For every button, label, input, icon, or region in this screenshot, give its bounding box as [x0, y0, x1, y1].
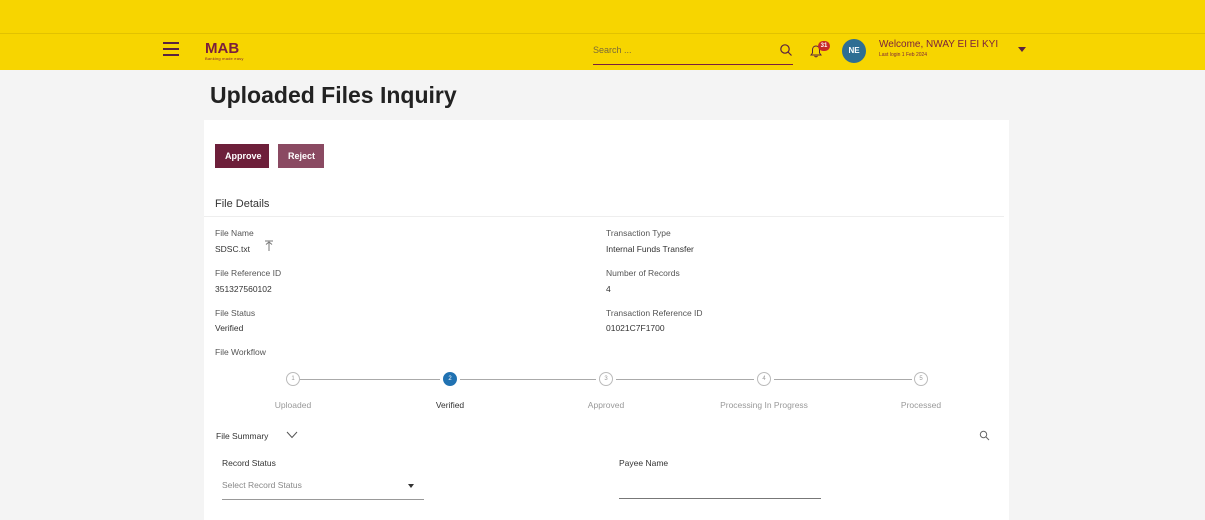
download-icon[interactable]: [264, 240, 274, 252]
brand-logo[interactable]: MAB Banking made easy: [205, 41, 244, 61]
workflow-step-5: 5: [914, 372, 928, 386]
workflow-step-1: 1: [286, 372, 300, 386]
notification-button[interactable]: 31: [810, 41, 830, 60]
record-status-placeholder: Select Record Status: [222, 480, 302, 490]
welcome-text: Welcome, NWAY EI EI KYI: [879, 39, 999, 50]
workflow-step-3: 3: [599, 372, 613, 386]
workflow-connector: [460, 379, 596, 380]
search-icon[interactable]: [979, 430, 990, 441]
payee-name-label: Payee Name: [619, 458, 669, 468]
file-status-label: File Status: [215, 308, 256, 318]
file-reference-label: File Reference ID: [215, 268, 282, 278]
workflow-step-label: Processing In Progress: [720, 400, 808, 410]
workflow-step-label: Uploaded: [274, 400, 312, 410]
file-name-value: SDSC.txt: [215, 244, 250, 254]
workflow-connector: [616, 379, 754, 380]
search-box: [593, 38, 793, 65]
number-of-records-label: Number of Records: [606, 268, 680, 278]
transaction-type-value: Internal Funds Transfer: [606, 244, 694, 254]
file-status-value: Verified: [215, 323, 244, 333]
record-status-label: Record Status: [222, 458, 276, 468]
file-summary-label[interactable]: File Summary: [216, 431, 268, 441]
transaction-reference-label: Transaction Reference ID: [606, 308, 703, 318]
workflow-connector: [774, 379, 912, 380]
number-of-records-value: 4: [606, 284, 611, 294]
notification-badge: 31: [818, 41, 830, 51]
record-status-select[interactable]: Select Record Status: [222, 477, 424, 500]
top-banner: [0, 0, 1205, 33]
section-title: File Details: [215, 198, 270, 210]
workflow-step-4: 4: [757, 372, 771, 386]
search-input[interactable]: [593, 38, 763, 62]
file-name-label: File Name: [215, 228, 254, 238]
app-header: MAB Banking made easy 31 NE Welcome, NWA…: [0, 33, 1205, 70]
workflow-step-label: Verified: [435, 400, 465, 410]
logo-text: MAB: [205, 40, 240, 57]
workflow-step-2: 2: [443, 372, 457, 386]
file-workflow-label: File Workflow: [215, 347, 266, 357]
reject-button[interactable]: Reject: [278, 144, 324, 168]
transaction-type-label: Transaction Type: [606, 228, 671, 238]
workflow-connector: [300, 379, 440, 380]
approve-button[interactable]: Approve: [215, 144, 269, 168]
last-login-text: Last login 1 Feb 2024: [879, 52, 928, 58]
transaction-reference-value: 01021C7F1700: [606, 323, 665, 333]
search-icon[interactable]: [779, 43, 793, 57]
file-reference-value: 351327560102: [215, 284, 272, 294]
workflow-step-label: Processed: [900, 400, 942, 410]
chevron-down-icon[interactable]: [286, 431, 298, 439]
caret-down-icon: [408, 484, 414, 488]
workflow-step-label: Approved: [587, 400, 625, 410]
user-menu-caret-icon[interactable]: [1018, 47, 1026, 52]
menu-icon[interactable]: [163, 42, 179, 56]
logo-tagline: Banking made easy: [205, 56, 244, 61]
file-details-card: Approve Reject File Details File Name SD…: [204, 120, 1009, 520]
divider: [204, 216, 1004, 217]
avatar[interactable]: NE: [842, 39, 866, 63]
workflow-stepper: 1 2 3 4 5 Uploaded Verified Approved Pro…: [204, 370, 1009, 420]
user-info: Welcome, NWAY EI EI KYI Last login 1 Feb…: [879, 39, 998, 60]
page-title: Uploaded Files Inquiry: [210, 82, 457, 108]
payee-name-input[interactable]: [619, 480, 821, 499]
